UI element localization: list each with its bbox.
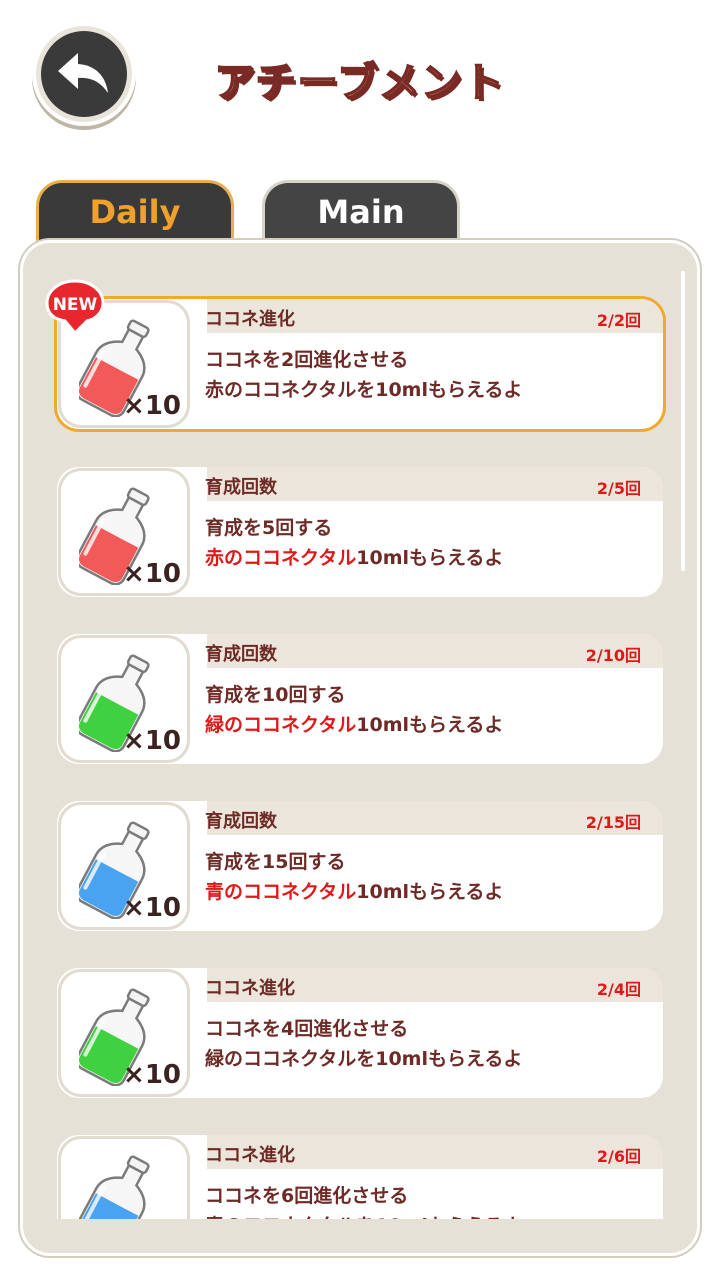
- reward-quantity: ×10: [123, 391, 181, 421]
- achievement-category: 育成回数: [205, 477, 277, 498]
- back-arrow-icon: [58, 53, 108, 93]
- reward-icon-box: ×10: [61, 972, 187, 1094]
- achievement-progress: 2/10回: [585, 646, 641, 665]
- achievement-card[interactable]: ×10 育成回数 2/15回 育成を15回する 青のココネクタル10mlもらえる…: [57, 801, 663, 931]
- reward-quantity: ×10: [123, 893, 181, 923]
- achievement-category: ココネ進化: [205, 1145, 295, 1166]
- back-button-inner: [41, 31, 127, 117]
- achievement-reward-text: 青のココネクタルを10mlもらえるよ: [205, 1211, 522, 1219]
- achievement-card[interactable]: ×10 ココネ進化 2/2回 ココネを2回進化させる 赤のココネクタルを10ml…: [45, 279, 663, 429]
- achievement-goal: 育成を10回する: [205, 684, 346, 706]
- achievement-card[interactable]: ×10 育成回数 2/5回 育成を5回する 赤のココネクタル10mlもらえるよ: [57, 467, 663, 597]
- reward-quantity: ×10: [123, 726, 181, 756]
- achievement-goal: ココネを2回進化させる: [205, 349, 409, 371]
- achievement-progress: 2/5回: [596, 479, 641, 498]
- reward-icon-box: ×10: [61, 471, 187, 593]
- achievement-card[interactable]: ×10 ココネ進化 2/6回 ココネを6回進化させる 青のココネクタルを10ml…: [57, 1135, 663, 1219]
- reward-text-plain: 赤のココネクタルを10mlもらえるよ: [205, 379, 523, 401]
- achievement-goal: ココネを4回進化させる: [205, 1018, 409, 1040]
- achievement-progress: 2/4回: [596, 980, 641, 999]
- reward-icon-box: ×10: [61, 805, 187, 927]
- achievement-goal: 育成を15回する: [205, 851, 346, 873]
- achievement-category: 育成回数: [205, 811, 277, 832]
- achievement-progress: 2/15回: [585, 813, 641, 832]
- achievement-card[interactable]: ×10 育成回数 2/10回 育成を10回する 緑のココネクタル10mlもらえる…: [57, 634, 663, 764]
- reward-text-suffix: 10mlもらえるよ: [356, 547, 504, 569]
- new-badge-label: NEW: [53, 295, 98, 315]
- achievement-goal: ココネを6回進化させる: [205, 1185, 409, 1207]
- reward-icon-box: ×10: [61, 1139, 187, 1219]
- achievement-category: ココネ進化: [205, 978, 295, 999]
- achievement-category: ココネ進化: [205, 309, 295, 330]
- page-title: アチーブメント: [214, 59, 506, 107]
- reward-text-suffix: 10mlもらえるよ: [356, 881, 504, 903]
- achievement-reward-text: 赤のココネクタル10mlもらえるよ: [205, 543, 503, 570]
- scrollbar[interactable]: [681, 271, 685, 571]
- reward-text-plain: 緑のココネクタルを10mlもらえるよ: [205, 1048, 523, 1070]
- achievement-card[interactable]: ×10 ココネ進化 2/4回 ココネを4回進化させる 緑のココネクタルを10ml…: [57, 968, 663, 1098]
- reward-item-name: 緑のココネクタル: [205, 714, 357, 736]
- reward-item-name: 青のココネクタル: [205, 881, 357, 903]
- achievement-goal: 育成を5回する: [205, 517, 333, 539]
- reward-quantity: ×10: [123, 559, 181, 589]
- achievement-progress: 2/2回: [596, 311, 641, 330]
- achievement-list[interactable]: ×10 ココネ進化 2/2回 ココネを2回進化させる 赤のココネクタルを10ml…: [23, 243, 697, 1219]
- reward-text-plain: 青のココネクタルを10mlもらえるよ: [205, 1215, 522, 1219]
- achievement-reward-text: 青のココネクタル10mlもらえるよ: [205, 877, 503, 904]
- achievement-progress: 2/6回: [596, 1147, 641, 1166]
- reward-text-suffix: 10mlもらえるよ: [356, 714, 504, 736]
- back-button[interactable]: [32, 22, 136, 126]
- achievement-panel: ×10 ココネ進化 2/2回 ココネを2回進化させる 赤のココネクタルを10ml…: [20, 240, 700, 1256]
- achievement-reward-text: 赤のココネクタルを10mlもらえるよ: [205, 375, 522, 402]
- reward-icon-box: ×10: [61, 638, 187, 760]
- potion-bottle-icon: [79, 1155, 150, 1219]
- reward-item-name: 赤のココネクタル: [205, 547, 357, 569]
- achievement-category: 育成回数: [205, 644, 277, 665]
- achievement-reward-text: 緑のココネクタル10mlもらえるよ: [205, 710, 503, 737]
- achievement-reward-text: 緑のココネクタルを10mlもらえるよ: [205, 1044, 522, 1071]
- reward-quantity: ×10: [123, 1060, 181, 1090]
- new-badge-icon: NEW: [45, 279, 105, 335]
